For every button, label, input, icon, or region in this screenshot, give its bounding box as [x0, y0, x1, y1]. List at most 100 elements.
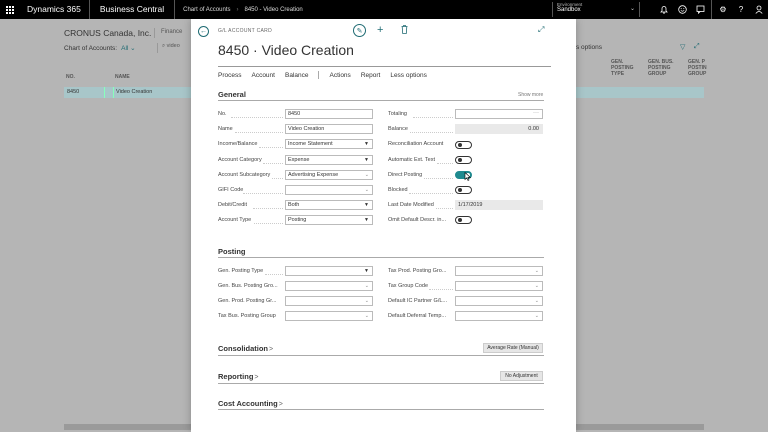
no-field[interactable]: 8450 — [285, 109, 373, 119]
average-rate-manual-button[interactable]: Average Rate (Manual) — [483, 343, 543, 353]
breadcrumb-item[interactable]: Chart of Accounts — [183, 7, 230, 13]
no-adjustment-button[interactable]: No Adjustment — [500, 371, 543, 381]
ellipsis-icon[interactable]: ··· — [533, 110, 539, 117]
dotted-leader — [263, 163, 283, 164]
dropdown-arrow-icon: ▼ — [364, 141, 369, 147]
gen-bus-posting-group-lookup[interactable]: ⌄ — [285, 281, 373, 291]
action-bar: Process Account Balance Actions Report L… — [218, 71, 437, 79]
automatic-ext-text-toggle[interactable] — [455, 156, 472, 164]
dotted-leader — [253, 208, 283, 209]
totaling-field[interactable]: ··· — [455, 109, 543, 119]
breadcrumb-separator: › — [236, 6, 239, 13]
field-label-reconciliation-account: Reconciliation Account — [388, 141, 444, 147]
income-balance-value: Income Statement — [288, 141, 333, 147]
fasttab-cost-accounting[interactable]: Cost Accounting> — [218, 399, 283, 408]
chevron-down-icon: ⌄ — [364, 283, 369, 289]
breadcrumb: Chart of Accounts › 8450 - Video Creatio… — [175, 7, 303, 13]
expand-icon: ⤢ — [694, 43, 700, 50]
pencil-icon[interactable]: ✎ — [353, 24, 366, 37]
divider — [218, 383, 544, 384]
menu-less-options[interactable]: Less options — [390, 72, 427, 79]
row-no: 8450 — [67, 89, 80, 95]
debit-credit-value: Both — [288, 202, 300, 208]
income-balance-select[interactable]: Income Statement ▼ — [285, 139, 373, 149]
toggle-knob — [458, 158, 462, 162]
menu-account[interactable]: Account — [251, 72, 275, 79]
menu-balance[interactable]: Balance — [285, 72, 309, 79]
divider — [218, 66, 551, 67]
app-name[interactable]: Business Central — [90, 0, 176, 19]
name-field[interactable]: Video Creation — [285, 124, 373, 134]
debit-credit-select[interactable]: Both ▼ — [285, 200, 373, 210]
column-header-name: NAME — [115, 74, 130, 80]
field-label-income-balance: Income/Balance — [218, 141, 258, 147]
menu-process[interactable]: Process — [218, 72, 241, 79]
field-label-balance: Balance — [388, 126, 408, 132]
account-category-select[interactable]: Expense ▼ — [285, 155, 373, 165]
last-date-modified-value[interactable]: 1/17/2019 — [455, 200, 543, 210]
chevron-right-icon: > — [278, 401, 283, 408]
divider — [218, 355, 544, 356]
dotted-leader — [259, 147, 283, 148]
balance-value[interactable]: 0.00 — [455, 124, 543, 134]
no-value: 8450 — [288, 111, 301, 117]
chevron-down-icon: ⌄ — [364, 313, 369, 319]
app-launcher-icon[interactable] — [0, 0, 19, 19]
smiley-icon[interactable] — [673, 0, 691, 19]
column-header-gen-prod-posting-group: GEN. P POSTIN GROUP — [688, 59, 707, 77]
page-title: 8450 · Video Creation — [218, 42, 354, 58]
blocked-toggle[interactable] — [455, 186, 472, 194]
top-icons: ⚙ ? — [655, 0, 768, 19]
tax-prod-posting-group-lookup[interactable]: ⌄ — [455, 266, 543, 276]
chevron-down-icon: ⌄ — [364, 172, 369, 178]
expand-icon[interactable]: ⤢ — [538, 25, 544, 35]
company-name: CRONUS Canada, Inc. — [64, 28, 152, 38]
reconciliation-account-toggle[interactable] — [455, 141, 472, 149]
section-posting-heading[interactable]: Posting — [218, 247, 246, 256]
fasttab-reporting[interactable]: Reporting> — [218, 372, 259, 381]
fasttab-consolidation[interactable]: Consolidation> — [218, 344, 273, 353]
filter-all: All — [121, 45, 129, 52]
field-label-tax-prod-posting-group: Tax Prod. Posting Gro... — [388, 268, 447, 274]
gen-prod-posting-group-lookup[interactable]: ⌄ — [285, 296, 373, 306]
mouse-pointer-icon — [464, 171, 472, 183]
back-arrow-icon[interactable]: ← — [198, 26, 209, 37]
card-type-label: G/L ACCOUNT CARD — [218, 28, 272, 34]
chevron-down-icon: ⌄ — [534, 298, 539, 304]
feedback-icon[interactable] — [691, 0, 709, 19]
account-type-select[interactable]: Posting ▼ — [285, 215, 373, 225]
field-label-gen-posting-type: Gen. Posting Type — [218, 268, 264, 274]
bell-icon[interactable] — [655, 0, 673, 19]
omit-default-descr-toggle[interactable] — [455, 216, 472, 224]
tax-bus-posting-group-lookup[interactable]: ⌄ — [285, 311, 373, 321]
gear-icon[interactable]: ⚙ — [714, 0, 732, 19]
column-header-no: NO. — [66, 74, 75, 80]
dotted-leader — [243, 193, 283, 194]
menu-report[interactable]: Report — [361, 72, 381, 79]
breadcrumb-item: 8450 - Video Creation — [244, 6, 303, 13]
dotted-leader — [437, 163, 453, 164]
field-label-tax-bus-posting-group: Tax Bus. Posting Group — [218, 313, 276, 319]
trash-icon[interactable] — [401, 25, 408, 36]
toggle-knob — [458, 143, 462, 147]
user-icon[interactable] — [750, 0, 768, 19]
gen-posting-type-select[interactable]: ▼ — [285, 266, 373, 276]
help-icon[interactable]: ? — [732, 0, 750, 19]
account-subcategory-lookup[interactable]: Advertising Expense ⌄ — [285, 170, 373, 180]
default-deferral-template-lookup[interactable]: ⌄ — [455, 311, 543, 321]
field-label-account-subcategory: Account Subcategory — [218, 172, 271, 178]
field-label-automatic-ext-text: Automatic Ext. Text — [388, 157, 435, 163]
gifi-code-lookup[interactable]: ⌄ — [285, 185, 373, 195]
environment-selector[interactable]: Environment Sandbox ⌄ — [552, 2, 640, 17]
plus-icon[interactable]: + — [377, 24, 383, 37]
default-ic-partner-lookup[interactable]: ⌄ — [455, 296, 543, 306]
section-general-heading[interactable]: General — [218, 90, 246, 99]
field-label-gifi-code: GIFI Code — [218, 187, 244, 193]
field-label-blocked: Blocked — [388, 187, 408, 193]
dotted-leader — [413, 117, 453, 118]
show-more-link[interactable]: Show more — [518, 92, 543, 98]
dropdown-arrow-icon: ▼ — [364, 202, 369, 208]
menu-actions[interactable]: Actions — [329, 72, 350, 79]
brand-name[interactable]: Dynamics 365 — [19, 0, 90, 19]
tax-group-code-lookup[interactable]: ⌄ — [455, 281, 543, 291]
